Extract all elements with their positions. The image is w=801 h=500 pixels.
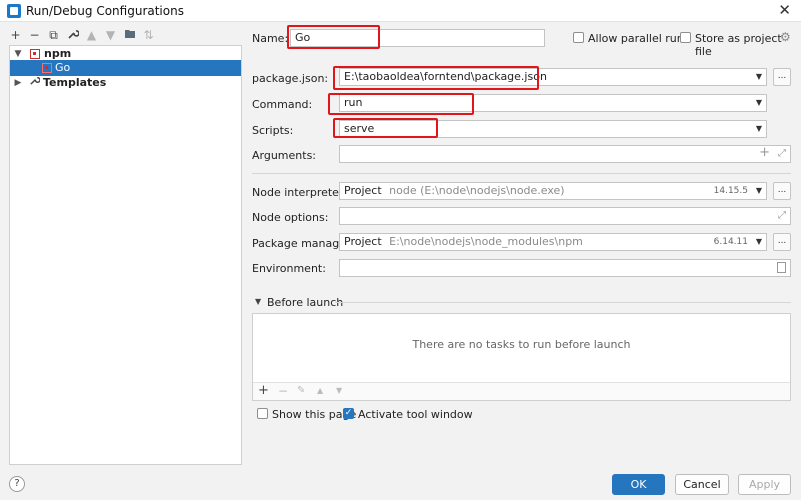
edit-icon[interactable]: ✎	[297, 385, 305, 396]
tree-item-templates-label: Templates	[43, 76, 107, 89]
wrench-icon[interactable]	[66, 28, 80, 42]
npm-icon	[42, 63, 52, 73]
browse-package-manager-button[interactable]: ...	[773, 233, 791, 251]
chevron-down-icon[interactable]: ▼	[756, 234, 762, 250]
ok-button[interactable]: OK	[612, 474, 665, 495]
command-label: Command:	[252, 98, 313, 111]
browse-package-json-button[interactable]: ...	[773, 68, 791, 86]
arguments-field[interactable]: + ⤢	[339, 145, 791, 163]
add-icon[interactable]: +	[9, 28, 22, 42]
environment-field[interactable]	[339, 259, 791, 277]
node-interpreter-version: 14.15.5	[713, 186, 748, 196]
move-up-icon[interactable]: ▲	[85, 28, 98, 42]
package-manager-version: 6.14.11	[713, 237, 748, 247]
app-icon	[7, 4, 21, 18]
allow-parallel-label: Allow parallel run	[588, 32, 684, 45]
add-icon[interactable]: +	[258, 383, 269, 398]
package-manager-prefix: Project	[344, 235, 382, 248]
document-icon[interactable]	[777, 262, 786, 273]
close-icon[interactable]: ✕	[778, 1, 791, 19]
tree-toolbar: + − ⧉ ▲ ▼ ⇅	[9, 26, 155, 44]
cancel-button[interactable]: Cancel	[675, 474, 729, 495]
config-tree: ▼ npm Go ▶ Templates	[9, 45, 242, 465]
scripts-label: Scripts:	[252, 124, 294, 137]
node-options-field[interactable]: ⤢	[339, 207, 791, 225]
browse-node-button[interactable]: ...	[773, 182, 791, 200]
folder-icon[interactable]	[123, 28, 136, 42]
environment-label: Environment:	[252, 262, 326, 275]
node-interpreter-select[interactable]: Project node (E:\node\nodejs\node.exe) 1…	[339, 182, 767, 200]
chevron-down-icon[interactable]: ▼	[756, 183, 762, 199]
tree-item-go[interactable]: Go	[10, 60, 241, 76]
activate-tool-label: Activate tool window	[358, 408, 473, 421]
npm-icon	[30, 49, 40, 59]
chevron-down-icon[interactable]: ▼	[756, 69, 762, 85]
before-launch-title: Before launch	[267, 296, 344, 309]
chevron-down-icon[interactable]: ▼	[756, 95, 762, 111]
package-json-label: package.json:	[252, 72, 329, 85]
package-manager-select[interactable]: Project E:\node\nodejs\node_modules\npm …	[339, 233, 767, 251]
node-interpreter-path: node (E:\node\nodejs\node.exe)	[389, 184, 565, 197]
sort-icon[interactable]: ⇅	[142, 28, 155, 42]
chevron-right-icon[interactable]: ▶	[13, 75, 23, 91]
add-icon[interactable]: +	[759, 145, 770, 161]
highlight-box-package-json	[333, 66, 539, 90]
apply-button[interactable]: Apply	[738, 474, 791, 495]
wrench-icon	[29, 75, 41, 91]
before-launch-empty-text: There are no tasks to run before launch	[412, 338, 631, 351]
remove-icon[interactable]: −	[278, 384, 288, 398]
chevron-down-icon[interactable]: ▼	[255, 297, 261, 306]
before-launch-toolbar: + − ✎ ▲ ▼	[253, 382, 790, 400]
remove-icon[interactable]: −	[28, 28, 41, 42]
expand-icon[interactable]: ⤢	[778, 208, 786, 224]
expand-icon[interactable]: ⤢	[778, 146, 786, 162]
move-down-icon[interactable]: ▼	[336, 386, 342, 395]
activate-tool-checkbox[interactable]: ✓	[343, 408, 354, 419]
allow-parallel-checkbox[interactable]	[573, 32, 584, 43]
title-bar: Run/Debug Configurations ✕	[0, 0, 801, 22]
tree-item-templates[interactable]: ▶ Templates	[10, 75, 241, 91]
highlight-box-command	[328, 93, 474, 115]
window-title: Run/Debug Configurations	[26, 4, 184, 18]
move-down-icon[interactable]: ▼	[104, 28, 117, 42]
help-button[interactable]: ?	[9, 476, 25, 492]
before-launch-panel: There are no tasks to run before launch …	[252, 313, 791, 401]
divider	[335, 302, 791, 303]
name-label: Name:	[252, 32, 289, 45]
node-interpreter-label: Node interpreter:	[252, 186, 347, 199]
show-page-checkbox[interactable]	[257, 408, 268, 419]
move-up-icon[interactable]: ▲	[317, 386, 323, 395]
node-options-label: Node options:	[252, 211, 329, 224]
package-manager-path: E:\node\nodejs\node_modules\npm	[389, 235, 583, 248]
tree-item-go-label: Go	[55, 61, 71, 74]
store-project-checkbox[interactable]	[680, 32, 691, 43]
arguments-label: Arguments:	[252, 149, 317, 162]
divider	[252, 173, 791, 174]
chevron-down-icon[interactable]: ▼	[756, 121, 762, 137]
highlight-box-name	[287, 25, 380, 49]
gear-icon[interactable]: ⚙	[780, 30, 791, 44]
copy-icon[interactable]: ⧉	[47, 28, 60, 42]
highlight-box-scripts	[333, 118, 438, 138]
node-interpreter-prefix: Project	[344, 184, 382, 197]
